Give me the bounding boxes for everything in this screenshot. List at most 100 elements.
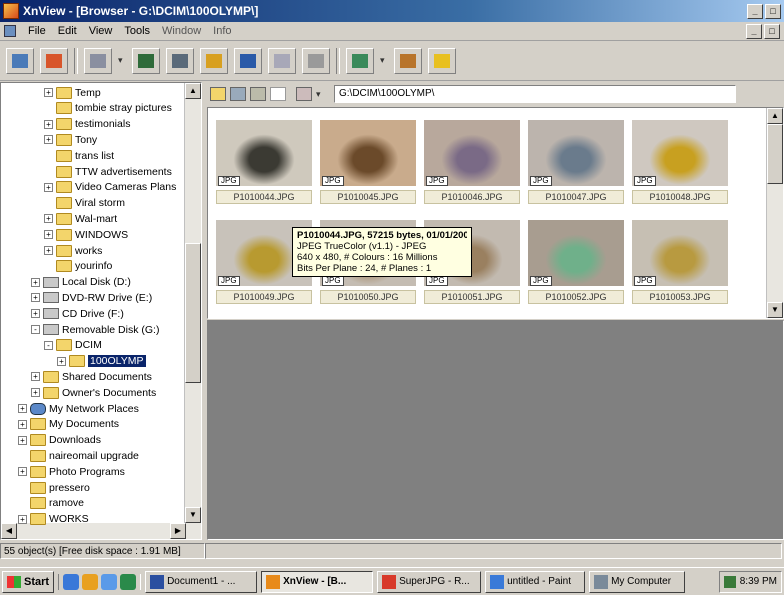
child-restore-button[interactable]: □ [764, 23, 780, 39]
expand-icon[interactable]: + [44, 214, 53, 224]
scroll-down-button[interactable]: ▼ [185, 507, 201, 523]
expand-icon[interactable]: + [18, 404, 27, 413]
tree-item[interactable]: + Owner's Documents [31, 385, 156, 400]
taskbar-button[interactable]: untitled - Paint [485, 570, 586, 593]
scroll-left-button[interactable]: ◀ [1, 523, 17, 539]
expand-icon[interactable]: + [31, 388, 40, 398]
tree-item[interactable]: + Tony [44, 132, 97, 147]
start-button[interactable]: Start [2, 570, 55, 593]
expand-icon[interactable]: + [31, 293, 40, 303]
tree-item[interactable]: - Removable Disk (G:) [31, 322, 159, 337]
fullscreen-button[interactable] [302, 47, 330, 74]
view-mode-dropdown-icon[interactable]: ▾ [380, 55, 388, 66]
copy-icon[interactable] [230, 87, 246, 101]
thumbnail-item[interactable]: JPG P1010044.JPG [216, 120, 312, 204]
options-button[interactable] [394, 47, 422, 74]
tree-item[interactable]: trans list [44, 148, 114, 163]
expand-icon[interactable]: + [44, 135, 53, 145]
folder-tree[interactable]: ▲ ▼ ◀ ▶ + Temp tombie stray pictures + testi… [0, 82, 202, 540]
scroll-right-button[interactable]: ▶ [170, 523, 186, 539]
scroll-thumb[interactable] [767, 124, 783, 184]
minimize-button[interactable]: _ [747, 3, 763, 19]
delete-icon[interactable] [270, 87, 286, 101]
menu-tools[interactable]: Tools [118, 25, 156, 37]
thumbs-vertical-scrollbar[interactable]: ▲ ▼ [766, 108, 783, 318]
browser-quicklaunch-icon[interactable] [63, 573, 80, 590]
tree-item[interactable]: Viral storm [44, 196, 125, 211]
thumbnail-item[interactable]: JPG P1010052.JPG [528, 220, 624, 304]
expand-icon[interactable]: + [44, 88, 53, 97]
tree-item[interactable]: + works [44, 243, 102, 258]
thumbnail-item[interactable]: JPG P1010053.JPG [632, 220, 728, 304]
rename-icon[interactable] [250, 87, 266, 101]
tree-item[interactable]: + WORKS [18, 512, 89, 527]
thumbnail-item[interactable]: JPG P1010048.JPG [632, 120, 728, 204]
tree-item[interactable]: + Downloads [18, 433, 101, 448]
thumbnail-item[interactable]: JPG P1010047.JPG [528, 120, 624, 204]
expand-icon[interactable]: + [44, 119, 53, 129]
view-mode-button[interactable] [346, 47, 374, 74]
tree-item[interactable]: + DVD-RW Drive (E:) [31, 290, 152, 305]
scroll-up-button[interactable]: ▲ [767, 108, 783, 124]
tree-item[interactable]: + My Network Places [18, 401, 139, 416]
thumbnail-item[interactable]: JPG P1010045.JPG [320, 120, 416, 204]
preview-pane[interactable] [207, 320, 784, 540]
acquire-dropdown-icon[interactable]: ▾ [118, 55, 126, 66]
expand-icon[interactable]: + [18, 514, 27, 524]
slideshow-button[interactable] [234, 47, 262, 74]
tree-item[interactable]: + Video Cameras Plans [44, 180, 176, 195]
scroll-up-button[interactable]: ▲ [185, 83, 201, 99]
expand-icon[interactable]: + [18, 419, 27, 429]
collapse-icon[interactable]: - [31, 325, 40, 334]
acquire-button[interactable] [84, 47, 112, 74]
tree-item[interactable]: yourinfo [44, 259, 112, 274]
expand-icon[interactable]: + [31, 309, 40, 319]
tree-item[interactable]: + WINDOWS [44, 227, 128, 242]
tree-item[interactable]: TTW advertisements [44, 164, 172, 179]
expand-icon[interactable]: + [57, 356, 66, 366]
tree-item[interactable]: + Shared Documents [31, 369, 152, 384]
move-dropdown-icon[interactable]: ▾ [316, 89, 324, 100]
tree-item[interactable]: - DCIM [44, 338, 102, 353]
taskbar-button[interactable]: SuperJPG - R... [377, 570, 482, 593]
expand-icon[interactable]: + [44, 182, 53, 192]
explorer-quicklaunch-icon[interactable] [120, 573, 137, 590]
tree-item[interactable]: +100OLYMP [57, 354, 146, 369]
capture-button[interactable] [200, 47, 228, 74]
scroll-thumb[interactable] [185, 243, 201, 383]
thumbnail-item[interactable]: JPG P1010046.JPG [424, 120, 520, 204]
address-input[interactable]: G:\DCIM\100OLYMP\ [334, 85, 736, 103]
media-quicklaunch-icon[interactable] [82, 573, 99, 590]
tree-item[interactable]: + Local Disk (D:) [31, 275, 131, 290]
menu-view[interactable]: View [83, 25, 119, 37]
tree-item[interactable]: + Wal-mart [44, 211, 117, 226]
tree-item[interactable]: tombie stray pictures [44, 101, 172, 116]
expand-icon[interactable]: + [18, 467, 27, 477]
thumbnail-view[interactable]: ▲ ▼ JPG P1010044.JPG JPG P1010045.JPG JPG P10… [207, 107, 784, 319]
tree-item[interactable]: pressero [18, 480, 90, 495]
desktop-quicklaunch-icon[interactable] [101, 573, 118, 590]
tree-item[interactable]: ramove [18, 496, 84, 511]
taskbar-button[interactable]: My Computer [589, 570, 686, 593]
tray-network-icon[interactable] [723, 575, 736, 588]
tree-vertical-scrollbar[interactable]: ▲ ▼ [184, 83, 201, 539]
expand-icon[interactable]: + [31, 372, 40, 382]
tree-item[interactable]: + CD Drive (F:) [31, 306, 124, 321]
tree-item[interactable]: + My Documents [18, 417, 119, 432]
xnview-app-icon[interactable] [3, 3, 19, 19]
open-button[interactable] [40, 47, 68, 74]
expand-icon[interactable]: + [44, 230, 53, 240]
expand-icon[interactable]: + [44, 246, 53, 255]
move-icon[interactable] [296, 87, 312, 101]
browser-button[interactable] [6, 47, 34, 74]
expand-icon[interactable]: + [31, 277, 40, 287]
collapse-icon[interactable]: - [44, 340, 53, 350]
maximize-button[interactable]: □ [765, 3, 781, 19]
tree-item[interactable]: + Temp [44, 85, 101, 100]
menu-edit[interactable]: Edit [52, 25, 83, 37]
save-button[interactable] [132, 47, 160, 74]
child-minimize-button[interactable]: _ [746, 23, 762, 39]
print-button[interactable] [166, 47, 194, 74]
taskbar-button[interactable]: Document1 - ... [145, 570, 258, 593]
menu-info[interactable]: Info [207, 25, 237, 37]
